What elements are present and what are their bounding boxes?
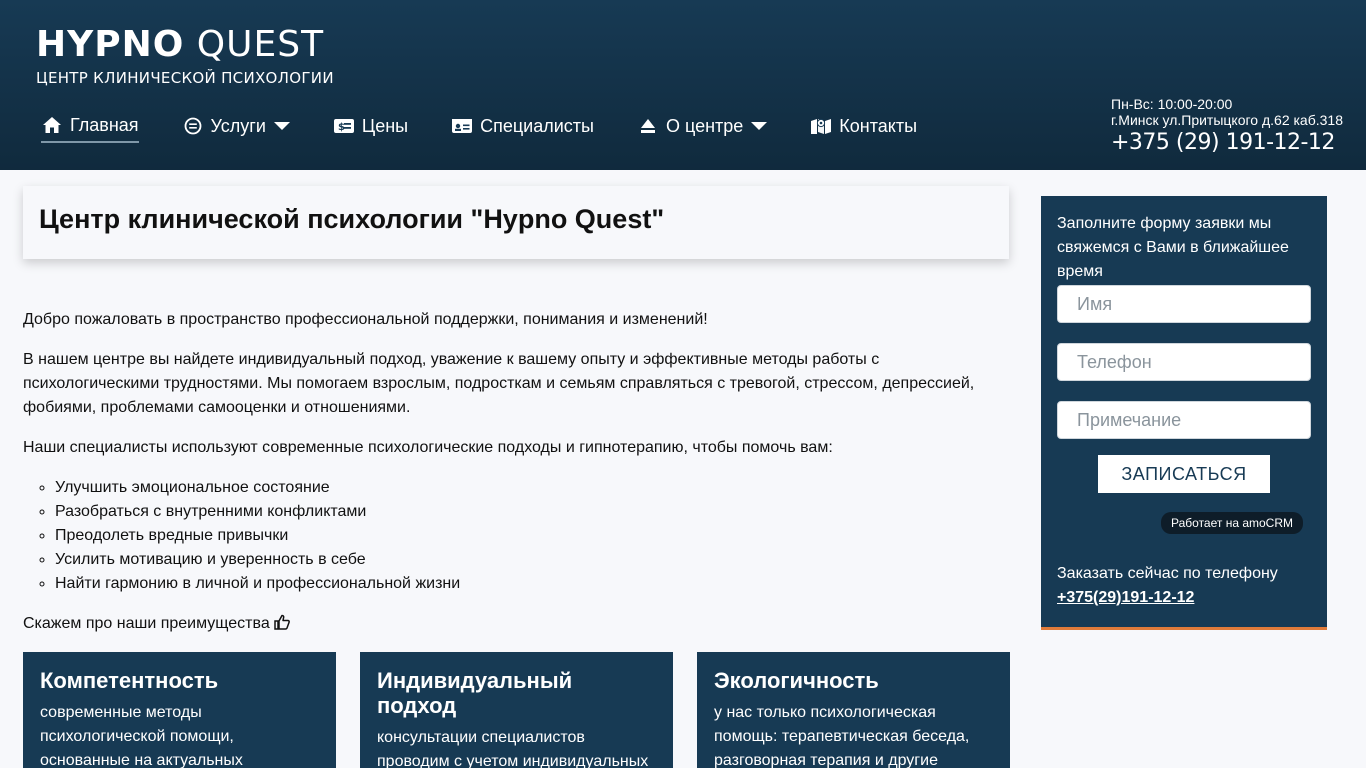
card-text: консультации специалистов проводим с уче… — [377, 729, 649, 768]
card-text: у нас только психологическая помощь: тер… — [714, 704, 970, 768]
money-icon: $ — [333, 115, 355, 137]
logo-bold: HYPNO — [36, 24, 185, 65]
advantages-intro: Скажем про наши преимущества — [23, 612, 1013, 638]
card-ecology: Экологичность у нас только психологическ… — [697, 652, 1010, 768]
list-item: Улучшить эмоциональное состояние — [55, 476, 1013, 500]
logo-wordmark: HYPNO QUEST — [36, 26, 334, 64]
note-field[interactable] — [1057, 401, 1311, 439]
name-field[interactable] — [1057, 285, 1311, 323]
nav-item-contacts[interactable]: Контакты — [810, 109, 917, 143]
phone-field[interactable] — [1057, 343, 1311, 381]
submit-button[interactable]: ЗАПИСАТЬСЯ — [1098, 455, 1270, 493]
title-card: Центр клинической психологии "Hypno Ques… — [23, 186, 1009, 259]
card-title: Экологичность — [714, 668, 879, 693]
paragraph-welcome: Добро пожаловать в пространство професси… — [23, 311, 708, 328]
nav-label-contacts: Контакты — [839, 115, 918, 136]
nav-label-specialists: Специалисты — [480, 115, 594, 136]
list-item: Усилить мотивацию и уверенность в себе — [55, 548, 1013, 572]
nav-item-prices[interactable]: $ Цены — [333, 109, 408, 143]
site-header: HYPNO QUEST ЦЕНТР КЛИНИЧЕСКОЙ ПСИХОЛОГИИ… — [0, 0, 1366, 170]
list-item: Найти гармонию в личной и профессиональн… — [55, 572, 1013, 596]
nav-item-specialists[interactable]: Специалисты — [451, 109, 594, 143]
chevron-down-icon — [751, 122, 768, 130]
nav-item-services[interactable]: Услуги — [182, 109, 290, 143]
header-phone[interactable]: +375 (29) 191-12-12 — [1111, 129, 1343, 157]
address: г.Минск ул.Притыцкого д.62 каб.318 — [1111, 112, 1343, 128]
main-nav: Главная Услуги $ Цены Специалисты О цент… — [36, 108, 917, 144]
list-item: Преодолеть вредные привычки — [55, 524, 1013, 548]
card-individual: Индивидуальный подход консультации специ… — [360, 652, 673, 768]
minus-circle-icon — [182, 115, 204, 137]
request-form: Заполните форму заявки мы свяжемся с Вам… — [1041, 196, 1327, 630]
paragraph-approach: В нашем центре вы найдете индивидуальный… — [23, 351, 975, 416]
nav-item-about[interactable]: О центре — [637, 109, 768, 143]
logo-subtitle: ЦЕНТР КЛИНИЧЕСКОЙ ПСИХОЛОГИИ — [36, 69, 334, 87]
header-contact: Пн-Вс: 10:00-20:00 г.Минск ул.Притыцкого… — [1111, 96, 1343, 157]
benefits-list: Улучшить эмоциональное состояние Разобра… — [55, 476, 1013, 596]
svg-text:$: $ — [338, 122, 345, 133]
advantage-cards: Компетентность современные методы психол… — [23, 652, 1010, 768]
logo-light: QUEST — [196, 24, 325, 65]
home-icon — [41, 114, 63, 136]
list-item: Разобраться с внутренними конфликтами — [55, 500, 1013, 524]
nav-label-services: Услуги — [210, 115, 266, 136]
map-icon — [810, 115, 832, 137]
chevron-down-icon — [273, 122, 290, 130]
nav-label-about: О центре — [665, 115, 744, 136]
card-text: современные методы психологической помощ… — [40, 704, 243, 768]
thumbs-up-icon — [274, 614, 291, 638]
nav-label-prices: Цены — [361, 115, 409, 136]
main-content: Добро пожаловать в пространство професси… — [23, 308, 1013, 654]
page-title: Центр клинической психологии "Hypno Ques… — [39, 204, 665, 234]
form-intro: Заполните форму заявки мы свяжемся с Вам… — [1057, 215, 1289, 280]
card-title: Индивидуальный подход — [377, 668, 573, 718]
order-phone-link[interactable]: +375(29)191-12-12 — [1057, 589, 1194, 606]
nav-label-home: Главная — [70, 114, 139, 135]
card-title: Компетентность — [40, 668, 219, 693]
card-competence: Компетентность современные методы психол… — [23, 652, 336, 768]
id-card-icon — [451, 115, 473, 137]
order-text: Заказать сейчас по телефону — [1057, 565, 1278, 582]
working-hours: Пн-Вс: 10:00-20:00 — [1111, 96, 1233, 112]
nav-item-home[interactable]: Главная — [41, 109, 139, 143]
eject-icon — [637, 115, 659, 137]
order-by-phone: Заказать сейчас по телефону +375(29)191-… — [1057, 562, 1278, 610]
paragraph-specialists: Наши специалисты используют современные … — [23, 439, 833, 456]
logo[interactable]: HYPNO QUEST ЦЕНТР КЛИНИЧЕСКОЙ ПСИХОЛОГИИ — [36, 26, 334, 88]
amocrm-badge[interactable]: Работает на amoCRM — [1161, 512, 1304, 534]
advantages-intro-text: Скажем про наши преимущества — [23, 615, 270, 632]
